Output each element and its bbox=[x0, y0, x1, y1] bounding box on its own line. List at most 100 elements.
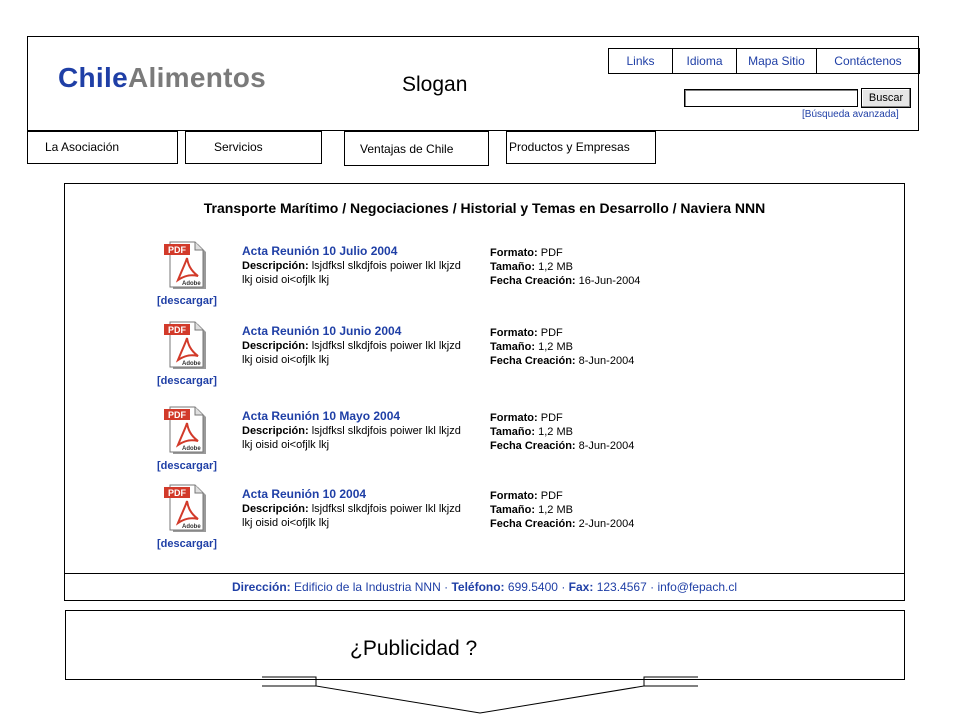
format-label: Formato: bbox=[490, 412, 538, 424]
pdf-file-icon[interactable]: PDF Adobe bbox=[160, 320, 208, 370]
description-label: Descripción: bbox=[242, 260, 309, 272]
site-slogan: Slogan bbox=[402, 73, 468, 96]
page-title: Transporte Marítimo / Negociaciones / Hi… bbox=[203, 200, 766, 216]
pdf-icon-fold bbox=[194, 242, 203, 251]
download-link[interactable]: [descargar] bbox=[157, 375, 217, 387]
document-creation-date: Fecha Creación: 16-Jun-2004 bbox=[490, 274, 640, 288]
separator: · bbox=[650, 580, 655, 594]
pdf-file-icon[interactable]: PDF Adobe bbox=[160, 240, 208, 290]
top-link-links[interactable]: Links bbox=[609, 49, 673, 73]
document-format: Formato: PDF bbox=[490, 246, 563, 260]
nav-tab-productos-y-empresas[interactable]: Productos y Empresas bbox=[506, 131, 656, 164]
pdf-icon-brand: Adobe bbox=[182, 524, 201, 530]
pdf-icon-brand: Adobe bbox=[182, 281, 201, 287]
document-format: Formato: PDF bbox=[490, 326, 563, 340]
nav-tab-la-asociacion[interactable]: La Asociación bbox=[27, 131, 178, 164]
document-creation-date: Fecha Creación: 2-Jun-2004 bbox=[490, 517, 634, 531]
creation-date-label: Fecha Creación: bbox=[490, 355, 576, 367]
nav-tab-label: Ventajas de Chile bbox=[360, 142, 454, 156]
format-value: PDF bbox=[540, 247, 563, 259]
top-link-mapa-sitio[interactable]: Mapa Sitio bbox=[737, 49, 817, 73]
document-title-link[interactable]: Acta Reunión 10 Junio 2004 bbox=[242, 324, 401, 338]
description-label: Descripción: bbox=[242, 340, 309, 352]
pdf-icon-label: PDF bbox=[168, 245, 187, 255]
download-link[interactable]: [descargar] bbox=[157, 538, 217, 550]
document-description: Descripción: lsjdfksl slkdjfois poiwer l… bbox=[242, 502, 472, 530]
size-label: Tamaño: bbox=[490, 341, 536, 353]
size-value: 1,2 MB bbox=[538, 504, 573, 516]
description-label: Descripción: bbox=[242, 425, 309, 437]
download-link[interactable]: [descargar] bbox=[157, 295, 217, 307]
search-input[interactable] bbox=[684, 89, 858, 107]
format-value: PDF bbox=[540, 490, 563, 502]
document-description: Descripción: lsjdfksl slkdjfois poiwer l… bbox=[242, 259, 472, 287]
format-label: Formato: bbox=[490, 490, 538, 502]
size-label: Tamaño: bbox=[490, 261, 536, 273]
logo-part-alimentos: Alimentos bbox=[127, 62, 267, 93]
nav-tab-label: Servicios bbox=[214, 140, 263, 154]
document-title-link[interactable]: Acta Reunión 10 Julio 2004 bbox=[242, 244, 397, 258]
separator: · bbox=[444, 580, 449, 594]
nav-tab-ventajas-de-chile[interactable]: Ventajas de Chile bbox=[344, 131, 489, 166]
pdf-file-icon[interactable]: PDF Adobe bbox=[160, 483, 208, 533]
format-label: Formato: bbox=[490, 327, 538, 339]
advertising-box bbox=[65, 610, 905, 680]
fax-label: Fax: bbox=[568, 580, 594, 594]
top-link-idioma[interactable]: Idioma bbox=[673, 49, 737, 73]
email-link[interactable]: info@fepach.cl bbox=[657, 580, 737, 594]
document-size: Tamaño: 1,2 MB bbox=[490, 260, 573, 274]
pdf-icon-brand: Adobe bbox=[182, 446, 201, 452]
nav-tab-servicios[interactable]: Servicios bbox=[185, 131, 322, 164]
top-links-bar: Links Idioma Mapa Sitio Contáctenos bbox=[608, 48, 920, 74]
creation-date-value: 8-Jun-2004 bbox=[578, 355, 635, 367]
fax-value: 123.4567 bbox=[596, 580, 647, 594]
format-value: PDF bbox=[540, 412, 563, 424]
document-format: Formato: PDF bbox=[490, 411, 563, 425]
pdf-download-icon[interactable]: PDF Adobe bbox=[160, 320, 208, 370]
creation-date-value: 16-Jun-2004 bbox=[578, 275, 641, 287]
document-creation-date: Fecha Creación: 8-Jun-2004 bbox=[490, 439, 634, 453]
pdf-icon-label: PDF bbox=[168, 325, 187, 335]
advertising-text: ¿Publicidad ? bbox=[350, 637, 478, 660]
size-label: Tamaño: bbox=[490, 426, 536, 438]
document-size: Tamaño: 1,2 MB bbox=[490, 340, 573, 354]
address-label: Dirección: bbox=[232, 580, 291, 594]
creation-date-label: Fecha Creación: bbox=[490, 275, 576, 287]
document-title-link[interactable]: Acta Reunión 10 Mayo 2004 bbox=[242, 409, 400, 423]
document-title-link[interactable]: Acta Reunión 10 2004 bbox=[242, 487, 366, 501]
pdf-icon-brand: Adobe bbox=[182, 361, 201, 367]
advanced-search-link[interactable]: [Búsqueda avanzada] bbox=[802, 109, 899, 120]
ad-dropdown-arrow bbox=[262, 676, 698, 714]
pdf-download-icon[interactable]: PDF Adobe bbox=[160, 240, 208, 290]
document-creation-date: Fecha Creación: 8-Jun-2004 bbox=[490, 354, 634, 368]
separator: · bbox=[561, 580, 566, 594]
address-value: Edificio de la Industria NNN bbox=[294, 580, 441, 594]
document-description: Descripción: lsjdfksl slkdjfois poiwer l… bbox=[242, 339, 472, 367]
creation-date-value: 8-Jun-2004 bbox=[578, 440, 635, 452]
logo-part-chile: Chile bbox=[58, 62, 128, 93]
top-link-contactenos[interactable]: Contáctenos bbox=[817, 49, 919, 73]
pdf-icon-label: PDF bbox=[168, 488, 187, 498]
phone-value: 699.5400 bbox=[507, 580, 558, 594]
size-value: 1,2 MB bbox=[538, 341, 573, 353]
site-logo[interactable]: ChileAlimentos bbox=[58, 62, 266, 94]
document-format: Formato: PDF bbox=[490, 489, 563, 503]
search-button[interactable]: Buscar bbox=[861, 88, 911, 108]
pdf-icon-label: PDF bbox=[168, 410, 187, 420]
document-description: Descripción: lsjdfksl slkdjfois poiwer l… bbox=[242, 424, 472, 452]
creation-date-value: 2-Jun-2004 bbox=[578, 518, 635, 530]
phone-label: Teléfono: bbox=[451, 580, 505, 594]
format-label: Formato: bbox=[490, 247, 538, 259]
size-value: 1,2 MB bbox=[538, 426, 573, 438]
download-link[interactable]: [descargar] bbox=[157, 460, 217, 472]
arrow-outline bbox=[262, 676, 698, 714]
size-label: Tamaño: bbox=[490, 504, 536, 516]
document-size: Tamaño: 1,2 MB bbox=[490, 425, 573, 439]
format-value: PDF bbox=[540, 327, 563, 339]
creation-date-label: Fecha Creación: bbox=[490, 440, 576, 452]
pdf-download-icon[interactable]: PDF Adobe bbox=[160, 405, 208, 455]
pdf-file-icon[interactable]: PDF Adobe bbox=[160, 405, 208, 455]
pdf-download-icon[interactable]: PDF Adobe bbox=[160, 483, 208, 533]
document-size: Tamaño: 1,2 MB bbox=[490, 503, 573, 517]
creation-date-label: Fecha Creación: bbox=[490, 518, 576, 530]
